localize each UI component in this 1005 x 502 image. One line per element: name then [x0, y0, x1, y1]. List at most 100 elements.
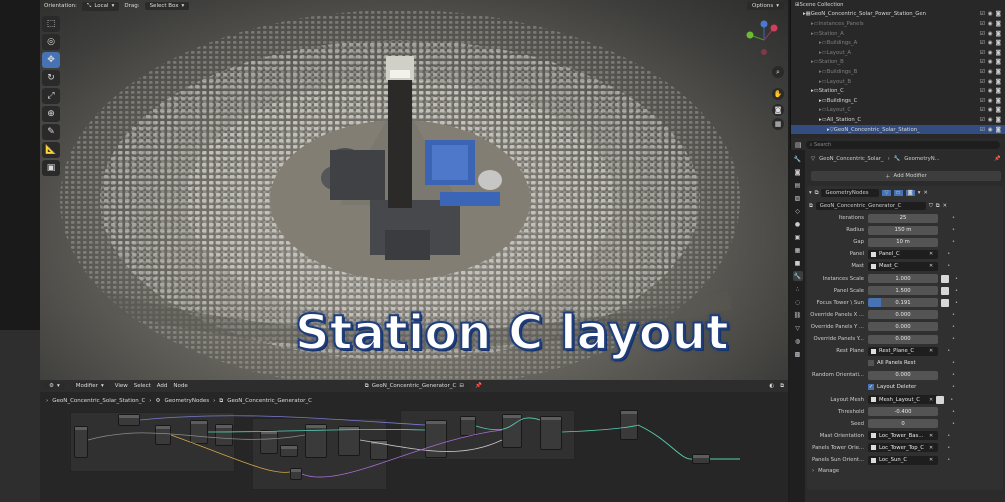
node-group-field[interactable]: GeoN_Concentric_Generator_C	[815, 202, 926, 210]
object-field[interactable]: Panel_C	[868, 249, 938, 259]
keyframe-dot-icon[interactable]: •	[952, 384, 955, 390]
eye-icon[interactable]: ◉	[988, 98, 993, 104]
outliner[interactable]: ⊞ Scene Collection ▸ ▦ GeoN_Concentric_So…	[790, 0, 1005, 138]
number-field[interactable]: 25	[868, 213, 938, 223]
clear-icon[interactable]: ✕	[929, 397, 933, 403]
attribute-toggle-icon[interactable]	[941, 274, 949, 283]
keyframe-dot-icon[interactable]: •	[947, 251, 950, 257]
object-field[interactable]: Rest_Plane_C	[868, 346, 938, 356]
keyframe-dot-icon[interactable]: •	[947, 445, 950, 451]
number-field[interactable]: 10 m	[868, 237, 938, 247]
camera-icon[interactable]: ◙	[996, 127, 1001, 133]
menu-node[interactable]: Node	[173, 383, 187, 389]
object-field[interactable]: Mast_C	[868, 261, 938, 271]
menu-view[interactable]: View	[115, 383, 128, 389]
eye-icon[interactable]: ◉	[988, 79, 993, 85]
clear-icon[interactable]: ✕	[929, 251, 933, 257]
checkbox-icon[interactable]: ☑	[980, 40, 985, 46]
visibility-toggles[interactable]: ☑ ◉ ◙	[980, 79, 1001, 85]
pan-button[interactable]: ✋	[772, 88, 784, 100]
eye-icon[interactable]: ◉	[988, 117, 993, 123]
output-tab[interactable]: ▤	[793, 180, 803, 190]
eye-icon[interactable]: ◉	[988, 31, 993, 37]
camera-icon[interactable]: ◙	[996, 21, 1001, 27]
collection-tab[interactable]: ▣	[793, 232, 803, 242]
keyframe-dot-icon[interactable]: •	[947, 348, 950, 354]
slider-field[interactable]: 0.191	[868, 298, 938, 308]
manage-panel-header[interactable]: › Manage	[812, 466, 892, 476]
navigation-gizmo[interactable]: ⌕ ✋ ◙ ▦	[740, 18, 788, 130]
number-field[interactable]: 1.000	[868, 274, 938, 283]
checkbox-icon[interactable]: ☑	[980, 79, 985, 85]
checkbox-icon[interactable]: ☑	[980, 107, 985, 113]
keyframe-dot-icon[interactable]: •	[952, 324, 955, 330]
keyframe-dot-icon[interactable]: •	[950, 397, 953, 403]
overlay-icon[interactable]: ◐	[769, 383, 774, 389]
camera-icon[interactable]: ◙	[996, 11, 1001, 17]
keyframe-dot-icon[interactable]: •	[947, 457, 950, 463]
visibility-toggles[interactable]: ☑ ◉ ◙	[980, 117, 1001, 123]
node-group-selector[interactable]: ⧉ GeoN_Concentric_Generator_C ⊟	[359, 381, 470, 391]
zoom-button[interactable]: ⌕	[772, 66, 784, 78]
viewport-display-icon[interactable]: ▭	[893, 190, 903, 196]
editmode-icon[interactable]: ▽	[882, 190, 891, 196]
visibility-toggles[interactable]: ☑ ◉ ◙	[980, 69, 1001, 75]
number-field[interactable]: 0.000	[868, 322, 938, 332]
checkbox-icon[interactable]: ☑	[980, 88, 985, 94]
outliner-row[interactable]: ▸ ▭ Buildings_C ☑ ◉ ◙	[791, 96, 1005, 106]
clear-icon[interactable]: ✕	[929, 348, 933, 354]
attribute-toggle-icon[interactable]	[941, 298, 949, 307]
camera-icon[interactable]: ◙	[996, 40, 1001, 46]
breadcrumb-group[interactable]: GeoN_Concentric_Generator_C	[227, 398, 312, 404]
options-dropdown[interactable]: Options ▾	[747, 2, 784, 10]
visibility-toggles[interactable]: ☑ ◉ ◙	[980, 21, 1001, 27]
physics-tab[interactable]: ◌	[793, 297, 803, 307]
camera-icon[interactable]: ◙	[996, 79, 1001, 85]
clear-icon[interactable]: ✕	[929, 445, 933, 451]
keyframe-dot-icon[interactable]: •	[952, 336, 955, 342]
eye-icon[interactable]: ◉	[988, 107, 993, 113]
keyframe-dot-icon[interactable]: •	[955, 288, 958, 294]
shield-icon[interactable]: ⛉	[929, 203, 933, 210]
checkbox-icon[interactable]: ☑	[980, 21, 985, 27]
outliner-row[interactable]: ▸ ▭ Station_C ☑ ◉ ◙	[791, 86, 1005, 96]
keyframe-dot-icon[interactable]: •	[952, 227, 955, 233]
object-field[interactable]: Mesh_Layout_C	[868, 395, 938, 404]
keyframe-dot-icon[interactable]: •	[952, 360, 955, 366]
editor-type-dropdown[interactable]: ⚙ ▾	[44, 382, 65, 390]
keyframe-dot-icon[interactable]: •	[952, 372, 955, 378]
keyframe-dot-icon[interactable]: •	[952, 421, 955, 427]
snap-icon[interactable]: ⧉	[780, 383, 784, 390]
eye-icon[interactable]: ◉	[988, 59, 993, 65]
node-editor-mode[interactable]: Modifier ▾	[70, 382, 109, 390]
camera-icon[interactable]: ◙	[996, 31, 1001, 37]
number-field[interactable]: 0.000	[868, 310, 938, 320]
attribute-toggle-icon[interactable]	[941, 286, 949, 295]
orientation-dropdown[interactable]: ⤡ Local ▾	[81, 1, 120, 11]
eye-icon[interactable]: ◉	[988, 127, 993, 133]
clear-icon[interactable]: ✕	[929, 457, 933, 463]
measure-tool-button[interactable]: 📐	[42, 142, 60, 158]
transform-tool-button[interactable]: ⊕	[42, 106, 60, 122]
texture-props-tab[interactable]: ▩	[793, 349, 803, 359]
camera-icon[interactable]: ◙	[996, 107, 1001, 113]
perspective-toggle[interactable]: ▦	[772, 118, 784, 130]
chevron-down-icon[interactable]: ▾	[918, 190, 921, 196]
properties-type-icon[interactable]: ▤	[795, 141, 802, 149]
checkbox-icon[interactable]: ☑	[980, 31, 985, 37]
checkbox-icon[interactable]: ☑	[980, 69, 985, 75]
keyframe-dot-icon[interactable]: •	[952, 239, 955, 245]
attribute-toggle-icon[interactable]	[936, 395, 945, 404]
checkbox-icon[interactable]: ☑	[980, 59, 985, 65]
pin-icon[interactable]: 📌	[994, 156, 1001, 162]
move-tool-button[interactable]: ✥	[42, 52, 60, 68]
keyframe-dot-icon[interactable]: •	[952, 409, 955, 415]
add-modifier-button[interactable]: ＋ Add Modifier	[811, 171, 1001, 181]
close-icon[interactable]: ✕	[943, 203, 947, 209]
outliner-row[interactable]: ▸ ▽ GeoN_Concentric_Solar_Station_ ☑ ◉ ◙	[791, 124, 1005, 135]
eye-icon[interactable]: ◉	[988, 88, 993, 94]
keyframe-dot-icon[interactable]: •	[955, 300, 958, 306]
checkbox-icon[interactable]: ☑	[980, 11, 985, 17]
visibility-toggles[interactable]: ☑ ◉ ◙	[980, 98, 1001, 104]
duplicate-icon[interactable]: ⧉	[936, 203, 940, 210]
